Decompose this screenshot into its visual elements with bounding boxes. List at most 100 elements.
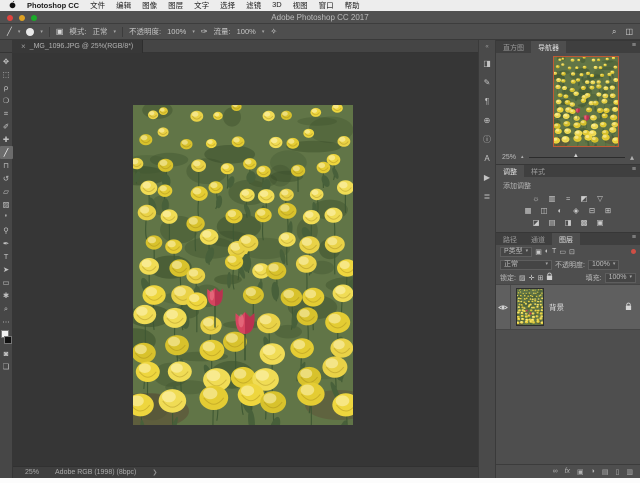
black-white-icon[interactable]: ◐	[554, 205, 566, 216]
pen-tool[interactable]: ✒	[0, 237, 13, 250]
dodge-tool[interactable]: ⚲	[0, 224, 13, 237]
canvas-area[interactable]	[13, 53, 478, 466]
new-adjustment-layer-icon[interactable]: ◑	[591, 468, 595, 475]
opacity-caret-icon[interactable]: ▾	[192, 29, 195, 35]
navigator-proxy-view[interactable]	[554, 57, 618, 146]
zoom-slider-handle[interactable]: ▲	[573, 153, 579, 159]
hue-saturation-icon[interactable]: ▦	[522, 205, 534, 216]
exposure-icon[interactable]: ◩	[578, 193, 590, 204]
layer-thumbnail[interactable]	[517, 289, 543, 325]
brightness-contrast-icon[interactable]: ☼	[530, 193, 542, 204]
new-layer-icon[interactable]: ▯	[616, 468, 620, 476]
lock-transparency-icon[interactable]: ▨	[519, 274, 526, 282]
layer-opacity-select[interactable]: 100%▾	[588, 260, 619, 270]
marquee-tool[interactable]: ⬚	[0, 68, 13, 81]
color-balance-icon[interactable]: ◫	[538, 205, 550, 216]
navigator-panel-menu-icon[interactable]: ≡	[632, 41, 640, 53]
path-selection-tool[interactable]: ➤	[0, 263, 13, 276]
mode-caret-icon[interactable]: ▾	[114, 29, 117, 35]
brush-preset-preview[interactable]	[26, 28, 34, 36]
add-layer-mask-icon[interactable]: ▣	[577, 468, 584, 476]
crop-tool[interactable]: ⌗	[0, 107, 13, 120]
navigator-tab-直方图[interactable]: 直方图	[496, 41, 531, 53]
healing-brush-tool[interactable]: ✚	[0, 133, 13, 146]
libraries-panel-icon[interactable]: ◨	[483, 59, 491, 68]
menu-item-窗口[interactable]: 窗口	[319, 0, 334, 11]
status-zoom-field[interactable]: 25%	[25, 469, 39, 476]
lock-all-icon[interactable]	[546, 272, 553, 283]
menu-item-文件[interactable]: 文件	[90, 0, 105, 11]
posterize-icon[interactable]: ▤	[546, 217, 558, 228]
new-group-icon[interactable]: ▤	[602, 468, 609, 476]
type-tool[interactable]: T	[0, 250, 13, 263]
menu-item-3D[interactable]: 3D	[272, 0, 282, 11]
blur-tool[interactable]: ❜	[0, 211, 13, 224]
layer-visibility-toggle[interactable]	[496, 285, 511, 329]
layers-tab-通道[interactable]: 通道	[524, 233, 552, 245]
clone-stamp-tool[interactable]: ⊓	[0, 159, 13, 172]
gradient-map-icon[interactable]: ▩	[578, 217, 590, 228]
lasso-tool[interactable]: ρ	[0, 81, 13, 94]
color-lookup-icon[interactable]: ⊞	[602, 205, 614, 216]
search-icon[interactable]: ⌕	[612, 27, 616, 37]
selective-color-icon[interactable]: ▣	[594, 217, 606, 228]
menu-item-编辑[interactable]: 编辑	[116, 0, 131, 11]
levels-icon[interactable]: ▥	[546, 193, 558, 204]
menu-item-文字[interactable]: 文字	[194, 0, 209, 11]
threshold-icon[interactable]: ◨	[562, 217, 574, 228]
move-tool[interactable]: ✥	[0, 55, 13, 68]
character-panel-icon[interactable]: A	[484, 154, 489, 163]
workspace-switcher-icon[interactable]: ◫	[625, 27, 633, 36]
layer-name[interactable]: 背景	[549, 302, 564, 313]
invert-icon[interactable]: ◪	[530, 217, 542, 228]
zoom-out-icon[interactable]: ▴	[521, 154, 524, 160]
menu-item-图像[interactable]: 图像	[142, 0, 157, 11]
adjustments-tab-样式[interactable]: 样式	[524, 165, 552, 177]
paragraph-panel-icon[interactable]: ¶	[485, 97, 489, 106]
vibrance-icon[interactable]: ▽	[594, 193, 606, 204]
eyedropper-tool[interactable]: ✐	[0, 120, 13, 133]
menu-item-选择[interactable]: 选择	[220, 0, 235, 11]
pressure-opacity-icon[interactable]: ✑	[201, 27, 208, 36]
gradient-tool[interactable]: ▨	[0, 198, 13, 211]
flow-caret-icon[interactable]: ▾	[262, 29, 265, 35]
menu-item-帮助[interactable]: 帮助	[345, 0, 360, 11]
brush-tool-icon[interactable]: ╱	[7, 27, 12, 36]
status-options-chevron-icon[interactable]: ❯	[152, 469, 157, 476]
flow-value[interactable]: 100%	[237, 27, 256, 36]
expand-panels-icon[interactable]: «	[485, 44, 488, 50]
info-panel-icon[interactable]: ⓘ	[483, 135, 491, 144]
filter-pixel-layers-icon[interactable]: ▣	[535, 248, 542, 256]
layer-filter-kind-select[interactable]: P类型▾	[500, 247, 532, 257]
filter-type-layers-icon[interactable]: T	[552, 248, 556, 256]
lock-artboard-icon[interactable]: ⊞	[537, 274, 543, 282]
layers-tab-路径[interactable]: 路径	[496, 233, 524, 245]
glyphs-panel-icon[interactable]: ⊕	[484, 116, 491, 125]
hand-tool[interactable]: ✱	[0, 289, 13, 302]
apple-menu-icon[interactable]	[9, 0, 16, 11]
navigator-tab-导航器[interactable]: 导航器	[531, 41, 566, 53]
close-document-icon[interactable]: ×	[21, 42, 26, 51]
adjustments-tab-调整[interactable]: 调整	[496, 165, 524, 177]
menu-item-视图[interactable]: 视图	[293, 0, 308, 11]
mode-select[interactable]: 正常	[93, 26, 108, 37]
history-panel-icon[interactable]: ≣	[484, 192, 491, 201]
filter-smart-objects-icon[interactable]: ⊡	[569, 248, 575, 256]
layer-row-background[interactable]: 背景	[496, 284, 640, 330]
navigator-zoom-slider[interactable]: ▲	[529, 157, 625, 158]
layer-effects-icon[interactable]: fx	[565, 468, 570, 475]
document-image[interactable]	[133, 105, 353, 425]
opacity-value[interactable]: 100%	[167, 27, 186, 36]
airbrush-icon[interactable]: ✧	[270, 27, 277, 36]
layer-filtering-toggle[interactable]	[631, 249, 636, 254]
layer-fill-select[interactable]: 100%▾	[605, 273, 636, 283]
menu-item-图层[interactable]: 图层	[168, 0, 183, 11]
shape-tool[interactable]: ▭	[0, 276, 13, 289]
properties-panel-icon[interactable]: ✎	[484, 78, 491, 87]
quick-selection-tool[interactable]: ❍	[0, 94, 13, 107]
navigator-zoom-value[interactable]: 25%	[502, 154, 516, 161]
filter-shape-layers-icon[interactable]: ▭	[559, 248, 566, 256]
eraser-tool[interactable]: ▱	[0, 185, 13, 198]
lock-position-icon[interactable]: ✛	[529, 274, 535, 282]
color-swatches[interactable]	[0, 330, 13, 347]
